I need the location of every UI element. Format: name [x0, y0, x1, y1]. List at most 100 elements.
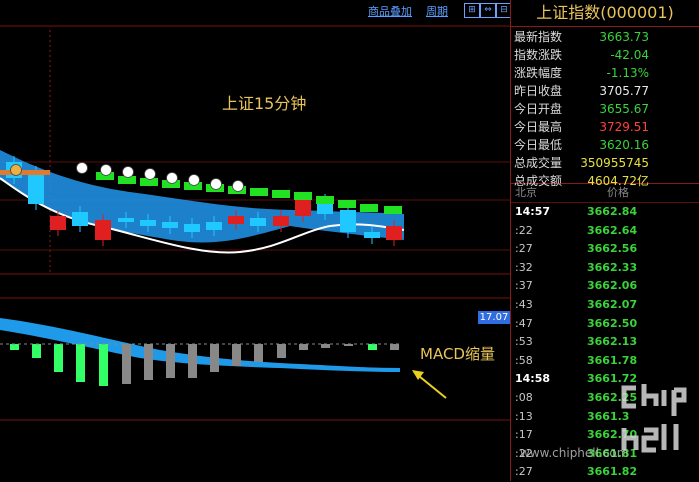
macd-bar [321, 344, 330, 348]
stat-row: 指数涨跌 -42.04 [511, 46, 699, 64]
candle-body [273, 216, 289, 226]
trend-marker [294, 192, 312, 200]
tick-time: :43 [515, 297, 533, 311]
macd-bar [76, 344, 85, 382]
stat-row: 今日最低 3620.16 [511, 136, 699, 154]
macd-bar [188, 344, 197, 378]
stat-value: 3620.16 [599, 138, 649, 152]
tick-time: :13 [515, 409, 533, 423]
trend-marker [338, 200, 356, 208]
period-button[interactable]: 周期 [426, 3, 448, 19]
stat-row: 总成交量 350955745 [511, 154, 699, 172]
face-icon [76, 162, 88, 174]
candle-body [228, 216, 244, 224]
stat-label: 今日最低 [514, 138, 563, 152]
tick-price: 3662.13 [587, 335, 638, 349]
stat-value: 3705.77 [599, 84, 649, 98]
macd-bar [144, 344, 153, 380]
tick-time: :17 [515, 428, 533, 442]
tick-row[interactable]: 14:57 3662.84 [511, 203, 699, 222]
candle-body [118, 218, 134, 222]
tick-price: 3662.07 [587, 297, 638, 311]
trend-marker [360, 204, 378, 212]
stat-row: 涨跌幅度 -1.13% [511, 64, 699, 82]
tick-row[interactable]: :53 3662.13 [511, 333, 699, 352]
tick-row[interactable]: :47 3662.50 [511, 315, 699, 334]
macd-bar [299, 344, 308, 350]
macd-bar [122, 344, 131, 384]
face-icon [210, 178, 222, 190]
tick-price: 3662.50 [587, 316, 638, 330]
chiphell-logo-watermark [621, 384, 687, 453]
tick-time: :08 [515, 390, 533, 404]
macd-bar [254, 344, 263, 362]
stat-value: -1.13% [606, 66, 649, 80]
macd-bar [166, 344, 175, 378]
tick-price: 3662.56 [587, 242, 638, 256]
trend-marker [316, 196, 334, 204]
tick-row[interactable]: :58 3661.78 [511, 352, 699, 371]
stat-value: 3663.73 [599, 30, 649, 44]
candle-body [95, 220, 111, 240]
face-icon [144, 168, 156, 180]
kline-chart-canvas[interactable] [0, 0, 510, 481]
trend-marker [272, 190, 290, 198]
overlay-button[interactable]: 商品叠加 [368, 3, 412, 19]
upper-band-segment [0, 170, 50, 175]
tick-time: :27 [515, 465, 533, 479]
trend-marker [384, 206, 402, 214]
tick-price: 3662.84 [587, 205, 638, 218]
candle-body [184, 224, 200, 232]
face-icon [166, 172, 178, 184]
chart-annotation-title: 上证15分钟 [222, 94, 307, 113]
macd-bar [54, 344, 63, 372]
stat-row: 今日开盘 3655.67 [511, 100, 699, 118]
candle-body [250, 218, 266, 226]
stat-label: 今日最高 [514, 120, 563, 134]
stat-value: 3729.51 [599, 120, 649, 134]
stat-label: 总成交量 [514, 156, 563, 170]
tick-price: 3662.64 [587, 223, 638, 237]
tick-time: :53 [515, 335, 533, 349]
candle-body [206, 222, 222, 230]
kline-chart-area[interactable]: 商品叠加 周期 ⊞ ⇔ ⊟ 上证15分钟 MACD缩量 17.07 [0, 0, 512, 481]
stat-value: 350955745 [580, 156, 649, 170]
trend-marker [250, 188, 268, 196]
stat-value: 3655.67 [599, 102, 649, 116]
tick-time: 14:58 [515, 372, 551, 386]
candle-body [50, 216, 66, 230]
macd-bar [232, 344, 241, 366]
tick-row[interactable]: :43 3662.07 [511, 296, 699, 315]
candle-body [364, 232, 380, 238]
tick-price: 3662.33 [587, 260, 638, 274]
tick-row[interactable]: :22 3662.64 [511, 222, 699, 241]
tick-row[interactable]: :37 3662.06 [511, 277, 699, 296]
expand-icon[interactable]: ⊞ [464, 3, 480, 18]
face-icon [100, 164, 112, 176]
stat-row: 昨日收盘 3705.77 [511, 82, 699, 100]
macd-bar [10, 344, 19, 350]
macd-bar [210, 344, 219, 372]
stat-label: 指数涨跌 [514, 48, 563, 62]
stats-list: 最新指数 3663.73 指数涨跌 -42.04 涨跌幅度 -1.13% 昨日收盘 3705.… [511, 27, 699, 188]
face-icon [10, 164, 22, 176]
tick-price-header: 价格 [607, 186, 629, 199]
tick-price: 3661.78 [587, 353, 638, 367]
face-icon [122, 166, 134, 178]
tick-price: 3662.06 [587, 279, 638, 293]
candle-body [140, 220, 156, 226]
tick-time: :32 [515, 260, 533, 274]
stat-value: -42.04 [610, 48, 649, 62]
tick-time: :22 [515, 223, 533, 237]
tick-time: :47 [515, 316, 533, 330]
candle-body [72, 212, 88, 226]
tick-row[interactable]: :27 3662.56 [511, 240, 699, 259]
arrows-icon[interactable]: ⇔ [480, 3, 496, 18]
tick-header: 北京 价格 [511, 184, 699, 203]
candle-body [295, 200, 311, 216]
tick-time: 14:57 [515, 205, 551, 218]
tick-time: :58 [515, 353, 533, 367]
stat-label: 昨日收盘 [514, 84, 563, 98]
tick-row[interactable]: :32 3662.33 [511, 259, 699, 278]
candle-body [340, 210, 356, 232]
